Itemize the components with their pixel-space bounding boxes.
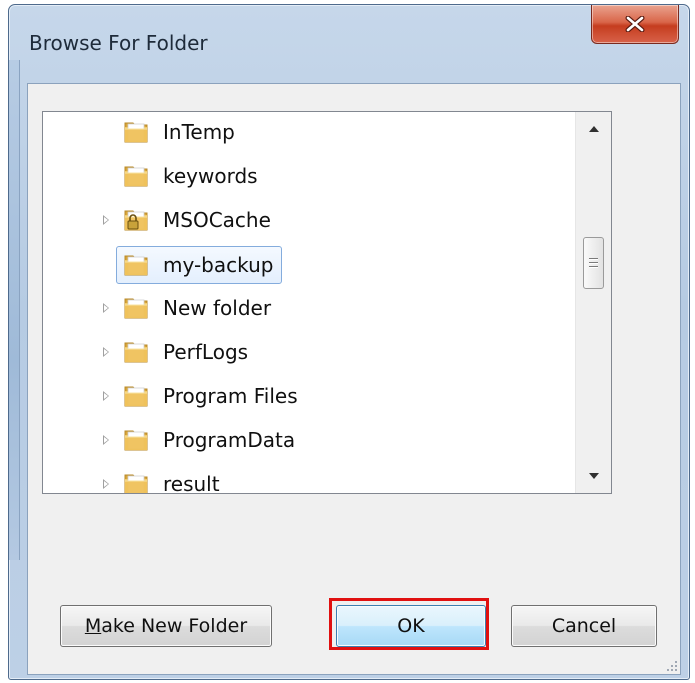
folder-label: ProgramData (163, 428, 296, 452)
cancel-button[interactable]: Cancel (511, 605, 657, 647)
folder-item[interactable]: ProgramData (103, 422, 296, 458)
folder-label: MSOCache (163, 208, 271, 232)
grip-line (589, 262, 598, 264)
grip-line (589, 266, 598, 268)
window-frame-left (9, 60, 20, 560)
folder-label: result (163, 472, 220, 493)
folder-icon (124, 386, 148, 407)
folder-label: InTemp (163, 120, 235, 144)
folder-item[interactable]: result (103, 466, 220, 493)
folder-tree-list: InTemp keywords MSOCache my-backup New folde… (43, 112, 575, 493)
folder-item[interactable]: MSOCache (103, 202, 271, 238)
folder-label: PerfLogs (163, 340, 249, 364)
folder-label: my-backup (163, 253, 274, 277)
folder-label: keywords (163, 164, 258, 188)
ok-highlight-box (329, 598, 489, 650)
folder-item[interactable]: PerfLogs (103, 334, 249, 370)
folder-label: New folder (163, 296, 272, 320)
vertical-scrollbar[interactable] (575, 112, 611, 493)
title-bar[interactable]: Browse For Folder (9, 5, 689, 83)
folder-label: Program Files (163, 384, 298, 408)
expand-arrow-icon[interactable] (103, 347, 109, 357)
scroll-thumb[interactable] (583, 237, 604, 289)
close-icon (625, 16, 645, 32)
folder-icon (124, 430, 148, 451)
folder-item[interactable]: Program Files (103, 378, 298, 414)
arrow-up-icon (588, 126, 599, 132)
folder-item[interactable]: keywords (123, 158, 258, 194)
close-button[interactable] (591, 5, 679, 44)
scroll-down-button[interactable] (576, 459, 611, 493)
folder-icon (124, 255, 148, 276)
arrow-down-icon (588, 473, 599, 479)
make-new-folder-label: Make New Folder (84, 615, 248, 637)
grip-line (589, 258, 598, 260)
folder-icon (124, 298, 148, 319)
folder-icon (124, 474, 148, 493)
dialog-title: Browse For Folder (29, 31, 208, 55)
folder-tree-view[interactable]: InTemp keywords MSOCache my-backup New folde… (42, 111, 612, 494)
expand-arrow-icon[interactable] (103, 479, 109, 489)
expand-arrow-icon[interactable] (103, 391, 109, 401)
folder-icon (124, 166, 148, 187)
locked-folder-icon (124, 210, 148, 231)
cancel-label: Cancel (551, 615, 617, 637)
folder-icon (124, 342, 148, 363)
make-new-folder-button[interactable]: Make New Folder (60, 605, 272, 647)
folder-item[interactable]: New folder (103, 290, 272, 326)
scroll-up-button[interactable] (576, 112, 611, 146)
folder-icon (124, 122, 148, 143)
folder-item[interactable]: my-backup (116, 246, 283, 284)
expand-arrow-icon[interactable] (103, 435, 109, 445)
resize-grip-icon[interactable] (664, 658, 678, 672)
folder-item[interactable]: InTemp (123, 114, 235, 150)
expand-arrow-icon[interactable] (103, 303, 109, 313)
expand-arrow-icon[interactable] (103, 215, 109, 225)
